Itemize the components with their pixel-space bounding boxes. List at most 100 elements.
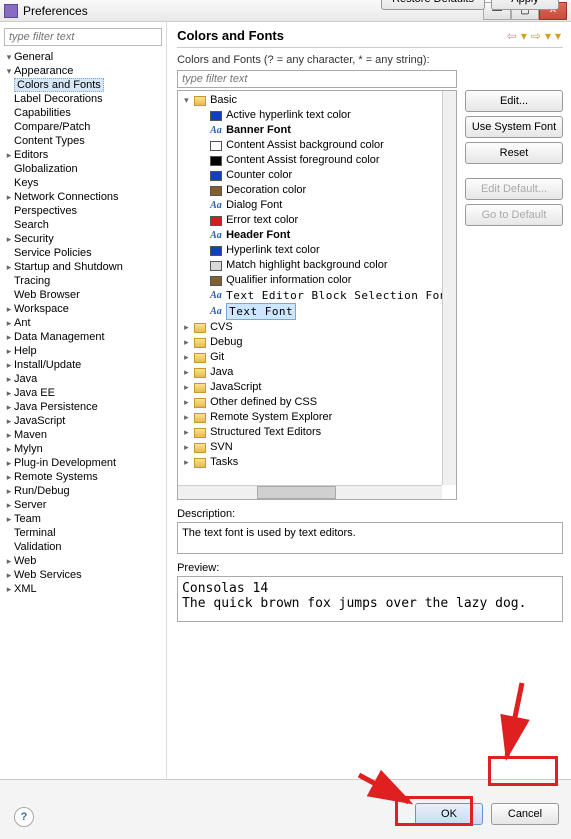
expand-icon[interactable]: ▸ [4, 304, 14, 315]
cf-item[interactable]: ▸Java [180, 365, 454, 380]
cf-item[interactable]: Decoration color [180, 183, 454, 198]
nav-item[interactable]: Web Browser [4, 288, 162, 302]
expand-icon[interactable]: ▸ [4, 570, 14, 581]
cf-item[interactable]: ▸CVS [180, 320, 454, 335]
nav-item-label[interactable]: Run/Debug [14, 485, 70, 497]
nav-item[interactable]: ▸Editors [4, 148, 162, 162]
nav-item[interactable]: Terminal [4, 526, 162, 540]
cf-item[interactable]: ▾Basic [180, 93, 454, 108]
nav-item-label[interactable]: Search [14, 219, 49, 231]
nav-item[interactable]: ▸Run/Debug [4, 484, 162, 498]
nav-item[interactable]: Service Policies [4, 246, 162, 260]
nav-item-label[interactable]: Label Decorations [14, 93, 103, 105]
nav-item-label[interactable]: Globalization [14, 163, 78, 175]
nav-item-label[interactable]: Tracing [14, 275, 50, 287]
expand-icon[interactable]: ▸ [184, 380, 194, 395]
cf-item[interactable]: Content Assist background color [180, 138, 454, 153]
expand-icon[interactable]: ▸ [4, 388, 14, 399]
expand-icon[interactable]: ▸ [184, 440, 194, 455]
expand-icon[interactable]: ▾ [4, 66, 14, 77]
nav-item[interactable]: ▸Data Management [4, 330, 162, 344]
expand-icon[interactable]: ▸ [4, 360, 14, 371]
nav-item-label[interactable]: Security [14, 233, 54, 245]
nav-item[interactable]: ▸Team [4, 512, 162, 526]
nav-item[interactable]: ▸Server [4, 498, 162, 512]
restore-defaults-button[interactable]: Restore Defaults [381, 0, 485, 10]
expand-icon[interactable]: ▸ [4, 318, 14, 329]
nav-item-label[interactable]: Install/Update [14, 359, 81, 371]
cf-item[interactable]: ▸SVN [180, 440, 454, 455]
nav-item-label[interactable]: Colors and Fonts [14, 78, 104, 92]
nav-item-label[interactable]: Keys [14, 177, 38, 189]
expand-icon[interactable]: ▸ [184, 455, 194, 470]
nav-item[interactable]: Perspectives [4, 204, 162, 218]
nav-item[interactable]: ▸Security [4, 232, 162, 246]
back-icon[interactable]: ⇦ [505, 29, 519, 43]
cancel-button[interactable]: Cancel [491, 803, 559, 825]
expand-icon[interactable]: ▸ [4, 472, 14, 483]
cf-item[interactable]: ▸Tasks [180, 455, 454, 470]
nav-item-label[interactable]: Workspace [14, 303, 69, 315]
nav-item-label[interactable]: Editors [14, 149, 48, 161]
nav-item[interactable]: ▸Mylyn [4, 442, 162, 456]
nav-item-label[interactable]: Help [14, 345, 37, 357]
nav-item[interactable]: Validation [4, 540, 162, 554]
nav-item[interactable]: ▸JavaScript [4, 414, 162, 428]
nav-item[interactable]: Keys [4, 176, 162, 190]
nav-item-label[interactable]: Service Policies [14, 247, 92, 259]
cf-item[interactable]: Header Font [180, 228, 454, 243]
nav-item-label[interactable]: Java [14, 373, 37, 385]
nav-item[interactable]: Search [4, 218, 162, 232]
colors-fonts-tree[interactable]: ▾BasicActive hyperlink text colorBanner … [177, 90, 457, 500]
expand-icon[interactable]: ▾ [4, 52, 14, 63]
nav-item-label[interactable]: Network Connections [14, 191, 119, 203]
nav-filter-input[interactable] [4, 28, 162, 46]
expand-icon[interactable]: ▾ [184, 93, 194, 108]
nav-item-label[interactable]: Data Management [14, 331, 105, 343]
nav-item-label[interactable]: Terminal [14, 527, 56, 539]
horizontal-scrollbar[interactable] [178, 485, 442, 499]
nav-item-label[interactable]: Remote Systems [14, 471, 98, 483]
back-menu-icon[interactable]: ▾ [519, 29, 529, 43]
expand-icon[interactable]: ▸ [4, 444, 14, 455]
nav-item-label[interactable]: Ant [14, 317, 31, 329]
nav-item[interactable]: Compare/Patch [4, 120, 162, 134]
nav-item[interactable]: ▸Plug-in Development [4, 456, 162, 470]
expand-icon[interactable]: ▸ [4, 430, 14, 441]
nav-item[interactable]: Content Types [4, 134, 162, 148]
nav-item-label[interactable]: Team [14, 513, 41, 525]
cf-item[interactable]: Dialog Font [180, 198, 454, 213]
expand-icon[interactable]: ▸ [4, 416, 14, 427]
nav-item[interactable]: Colors and Fonts [4, 78, 162, 92]
nav-item-label[interactable]: Server [14, 499, 46, 511]
cf-item[interactable]: ▸Other defined by CSS [180, 395, 454, 410]
cf-item[interactable]: ▸Remote System Explorer [180, 410, 454, 425]
nav-item[interactable]: ▸Remote Systems [4, 470, 162, 484]
nav-item[interactable]: ▸Ant [4, 316, 162, 330]
expand-icon[interactable]: ▸ [4, 192, 14, 203]
menu-icon[interactable]: ▾ [553, 29, 563, 43]
nav-item[interactable]: ▸Web Services [4, 568, 162, 582]
cf-item[interactable]: Text Editor Block Selection Font [180, 288, 454, 303]
nav-item-label[interactable]: Java Persistence [14, 401, 98, 413]
expand-icon[interactable]: ▸ [184, 335, 194, 350]
nav-item-label[interactable]: Perspectives [14, 205, 77, 217]
cf-item[interactable]: ▸Git [180, 350, 454, 365]
expand-icon[interactable]: ▸ [4, 584, 14, 595]
expand-icon[interactable]: ▸ [4, 234, 14, 245]
expand-icon[interactable]: ▸ [4, 556, 14, 567]
nav-item[interactable]: Label Decorations [4, 92, 162, 106]
nav-item-label[interactable]: Capabilities [14, 107, 71, 119]
expand-icon[interactable]: ▸ [4, 374, 14, 385]
nav-item-label[interactable]: Maven [14, 429, 47, 441]
nav-item-label[interactable]: Java EE [14, 387, 55, 399]
nav-item[interactable]: ▸Java Persistence [4, 400, 162, 414]
expand-icon[interactable]: ▸ [4, 458, 14, 469]
cf-item[interactable]: Match highlight background color [180, 258, 454, 273]
expand-icon[interactable]: ▸ [4, 332, 14, 343]
expand-icon[interactable]: ▸ [184, 350, 194, 365]
nav-item-label[interactable]: Content Types [14, 135, 85, 147]
nav-item-label[interactable]: Web [14, 555, 36, 567]
nav-item-label[interactable]: Validation [14, 541, 62, 553]
cf-item[interactable]: Error text color [180, 213, 454, 228]
